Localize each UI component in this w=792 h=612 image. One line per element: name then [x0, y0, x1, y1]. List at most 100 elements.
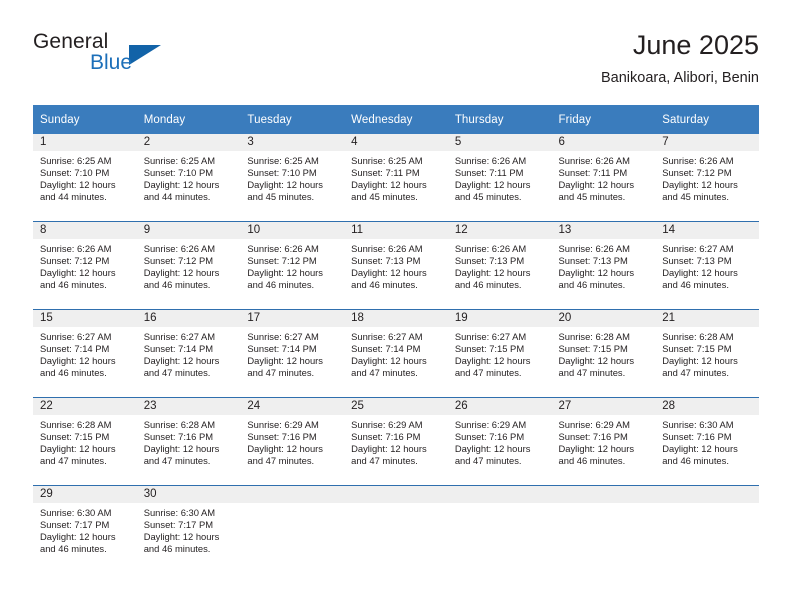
- day-cell[interactable]: 12 Sunrise: 6:26 AM Sunset: 7:13 PM Dayl…: [447, 221, 552, 310]
- calendar-body: 1 Sunrise: 6:25 AM Sunset: 7:10 PM Dayli…: [33, 134, 759, 573]
- sunrise-text: Sunrise: 6:25 AM: [351, 155, 423, 166]
- sunset-text: Sunset: 7:12 PM: [143, 255, 214, 267]
- daylight-text-line1: Daylight: 12 hours: [143, 179, 220, 191]
- sunset-text: Sunset: 7:16 PM: [247, 431, 317, 443]
- day-number: 14: [655, 222, 759, 239]
- day-cell[interactable]: 24 Sunrise: 6:29 AM Sunset: 7:16 PM Dayl…: [240, 397, 345, 486]
- day-cell[interactable]: 1 Sunrise: 6:25 AM Sunset: 7:10 PM Dayli…: [33, 134, 137, 222]
- sunset-text: Sunset: 7:17 PM: [40, 519, 110, 531]
- day-cell[interactable]: 8 Sunrise: 6:26 AM Sunset: 7:12 PM Dayli…: [33, 221, 137, 310]
- sunset-text: Sunset: 7:11 PM: [351, 167, 420, 179]
- sunrise-text: Sunrise: 6:26 AM: [454, 243, 527, 254]
- day-cell[interactable]: 28 Sunrise: 6:30 AM Sunset: 7:16 PM Dayl…: [655, 397, 759, 486]
- day-details: Sunrise: 6:25 AM Sunset: 7:10 PM Dayligh…: [240, 151, 344, 203]
- brand-logo[interactable]: General Blue: [33, 30, 213, 86]
- sunset-text: Sunset: 7:15 PM: [558, 343, 628, 355]
- day-cell[interactable]: 19 Sunrise: 6:27 AM Sunset: 7:15 PM Dayl…: [447, 309, 552, 398]
- sunrise-text: Sunrise: 6:27 AM: [143, 331, 216, 342]
- week-row: 1 Sunrise: 6:25 AM Sunset: 7:10 PM Dayli…: [33, 134, 759, 222]
- daylight-text-line2: and 47 minutes.: [247, 455, 315, 467]
- day-number: 18: [344, 310, 448, 327]
- sunrise-text: Sunrise: 6:28 AM: [143, 419, 216, 430]
- sunset-text: Sunset: 7:17 PM: [143, 519, 214, 531]
- day-cell[interactable]: 6 Sunrise: 6:26 AM Sunset: 7:11 PM Dayli…: [551, 134, 656, 222]
- day-cell[interactable]: 2 Sunrise: 6:25 AM Sunset: 7:10 PM Dayli…: [136, 134, 241, 222]
- day-details: [448, 503, 552, 507]
- day-details: Sunrise: 6:27 AM Sunset: 7:14 PM Dayligh…: [344, 327, 448, 379]
- day-cell[interactable]: 10 Sunrise: 6:26 AM Sunset: 7:12 PM Dayl…: [240, 221, 345, 310]
- sunrise-text: Sunrise: 6:27 AM: [662, 243, 734, 254]
- page-title: June 2025: [632, 30, 759, 60]
- daylight-text-line2: and 46 minutes.: [40, 279, 107, 291]
- daylight-text-line1: Daylight: 12 hours: [454, 355, 531, 367]
- sunset-text: Sunset: 7:15 PM: [662, 343, 732, 355]
- sunset-text: Sunset: 7:10 PM: [40, 167, 110, 179]
- day-cell[interactable]: 18 Sunrise: 6:27 AM Sunset: 7:14 PM Dayl…: [344, 309, 448, 398]
- daylight-text-line1: Daylight: 12 hours: [40, 443, 116, 455]
- day-cell[interactable]: 15 Sunrise: 6:27 AM Sunset: 7:14 PM Dayl…: [33, 309, 137, 398]
- day-details: Sunrise: 6:28 AM Sunset: 7:16 PM Dayligh…: [137, 415, 241, 467]
- day-number: 23: [136, 398, 241, 415]
- day-cell: [551, 485, 656, 573]
- day-number: [344, 486, 448, 503]
- day-number: 5: [447, 134, 552, 151]
- day-details: Sunrise: 6:28 AM Sunset: 7:15 PM Dayligh…: [33, 415, 137, 467]
- day-cell[interactable]: 22 Sunrise: 6:28 AM Sunset: 7:15 PM Dayl…: [33, 397, 137, 486]
- day-details: Sunrise: 6:26 AM Sunset: 7:12 PM Dayligh…: [33, 239, 137, 291]
- day-cell[interactable]: 20 Sunrise: 6:28 AM Sunset: 7:15 PM Dayl…: [551, 309, 656, 398]
- daylight-text-line1: Daylight: 12 hours: [247, 443, 323, 455]
- sunrise-text: Sunrise: 6:29 AM: [454, 419, 527, 430]
- day-cell[interactable]: 29 Sunrise: 6:30 AM Sunset: 7:17 PM Dayl…: [33, 485, 137, 573]
- daylight-text-line2: and 45 minutes.: [454, 191, 522, 203]
- day-details: Sunrise: 6:26 AM Sunset: 7:13 PM Dayligh…: [552, 239, 656, 291]
- sunrise-text: Sunrise: 6:30 AM: [143, 507, 216, 518]
- sunset-text: Sunset: 7:16 PM: [143, 431, 214, 443]
- sunrise-text: Sunrise: 6:27 AM: [454, 331, 527, 342]
- day-cell[interactable]: 30 Sunrise: 6:30 AM Sunset: 7:17 PM Dayl…: [136, 485, 241, 573]
- daylight-text-line1: Daylight: 12 hours: [558, 443, 635, 455]
- day-cell[interactable]: 26 Sunrise: 6:29 AM Sunset: 7:16 PM Dayl…: [447, 397, 552, 486]
- daylight-text-line2: and 47 minutes.: [558, 367, 626, 379]
- daylight-text-line1: Daylight: 12 hours: [662, 355, 738, 367]
- week-row: 15 Sunrise: 6:27 AM Sunset: 7:14 PM Dayl…: [33, 309, 759, 398]
- sunrise-text: Sunrise: 6:26 AM: [351, 243, 423, 254]
- sunrise-text: Sunrise: 6:25 AM: [40, 155, 112, 166]
- daylight-text-line2: and 45 minutes.: [351, 191, 418, 203]
- day-details: Sunrise: 6:29 AM Sunset: 7:16 PM Dayligh…: [552, 415, 656, 467]
- sunset-text: Sunset: 7:16 PM: [454, 431, 525, 443]
- day-cell: [447, 485, 552, 573]
- day-number: 19: [447, 310, 552, 327]
- daylight-text-line1: Daylight: 12 hours: [40, 267, 116, 279]
- day-cell[interactable]: 5 Sunrise: 6:26 AM Sunset: 7:11 PM Dayli…: [447, 134, 552, 222]
- sunset-text: Sunset: 7:15 PM: [40, 431, 110, 443]
- day-cell[interactable]: 9 Sunrise: 6:26 AM Sunset: 7:12 PM Dayli…: [136, 221, 241, 310]
- day-cell[interactable]: 3 Sunrise: 6:25 AM Sunset: 7:10 PM Dayli…: [240, 134, 345, 222]
- daylight-text-line1: Daylight: 12 hours: [351, 443, 427, 455]
- day-cell[interactable]: 23 Sunrise: 6:28 AM Sunset: 7:16 PM Dayl…: [136, 397, 241, 486]
- calendar-grid: Sunday Monday Tuesday Wednesday Thursday…: [33, 105, 759, 573]
- day-number: 26: [447, 398, 552, 415]
- sunset-text: Sunset: 7:10 PM: [247, 167, 317, 179]
- sunrise-text: Sunrise: 6:29 AM: [558, 419, 630, 430]
- day-cell[interactable]: 27 Sunrise: 6:29 AM Sunset: 7:16 PM Dayl…: [551, 397, 656, 486]
- day-cell[interactable]: 17 Sunrise: 6:27 AM Sunset: 7:14 PM Dayl…: [240, 309, 345, 398]
- daylight-text-line2: and 45 minutes.: [247, 191, 315, 203]
- day-cell[interactable]: 13 Sunrise: 6:26 AM Sunset: 7:13 PM Dayl…: [551, 221, 656, 310]
- sunrise-text: Sunrise: 6:26 AM: [143, 243, 216, 254]
- day-cell[interactable]: 16 Sunrise: 6:27 AM Sunset: 7:14 PM Dayl…: [136, 309, 241, 398]
- daylight-text-line1: Daylight: 12 hours: [454, 443, 531, 455]
- sunset-text: Sunset: 7:14 PM: [247, 343, 317, 355]
- sunrise-text: Sunrise: 6:26 AM: [662, 155, 734, 166]
- weekday-header-thursday: Thursday: [447, 105, 552, 134]
- day-details: Sunrise: 6:29 AM Sunset: 7:16 PM Dayligh…: [240, 415, 344, 467]
- daylight-text-line1: Daylight: 12 hours: [351, 179, 427, 191]
- day-cell[interactable]: 7 Sunrise: 6:26 AM Sunset: 7:12 PM Dayli…: [655, 134, 759, 222]
- day-cell[interactable]: 11 Sunrise: 6:26 AM Sunset: 7:13 PM Dayl…: [344, 221, 448, 310]
- day-cell[interactable]: 14 Sunrise: 6:27 AM Sunset: 7:13 PM Dayl…: [655, 221, 759, 310]
- sunrise-text: Sunrise: 6:27 AM: [40, 331, 112, 342]
- day-cell[interactable]: 21 Sunrise: 6:28 AM Sunset: 7:15 PM Dayl…: [655, 309, 759, 398]
- day-cell[interactable]: 25 Sunrise: 6:29 AM Sunset: 7:16 PM Dayl…: [344, 397, 448, 486]
- daylight-text-line1: Daylight: 12 hours: [558, 355, 635, 367]
- day-cell[interactable]: 4 Sunrise: 6:25 AM Sunset: 7:11 PM Dayli…: [344, 134, 448, 222]
- day-number: 29: [33, 486, 137, 503]
